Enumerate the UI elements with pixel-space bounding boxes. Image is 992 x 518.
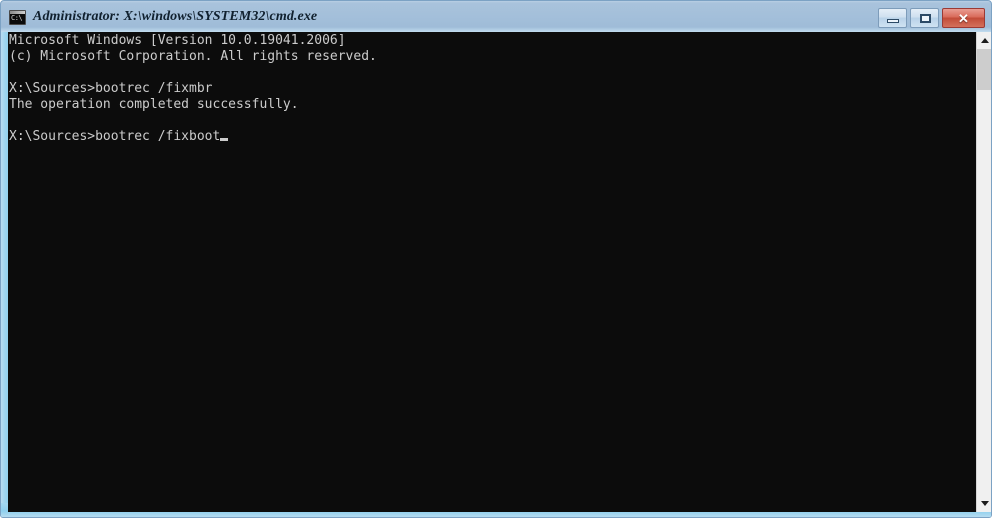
text-cursor [220, 138, 229, 141]
scrollbar-thumb[interactable] [977, 49, 991, 90]
scroll-down-button[interactable] [977, 495, 991, 512]
window-title: Administrator: X:\windows\SYSTEM32\cmd.e… [33, 9, 318, 24]
console-line-blank [9, 113, 377, 129]
console-current-command: X:\Sources>bootrec /fixboot [9, 129, 221, 144]
minimize-button[interactable] [878, 8, 907, 28]
maximize-icon [920, 14, 931, 23]
console-line: The operation completed successfully. [9, 97, 299, 112]
console-line: Microsoft Windows [Version 10.0.19041.20… [9, 33, 346, 48]
vertical-scrollbar[interactable] [976, 32, 991, 512]
close-icon: ✕ [958, 10, 969, 26]
console-prompt-line: X:\Sources>bootrec /fixboot [9, 129, 377, 145]
scroll-up-arrow-icon [980, 38, 989, 43]
console-line-blank [9, 65, 377, 81]
title-bar[interactable]: C:\ Administrator: X:\windows\SYSTEM32\c… [1, 1, 991, 32]
console-icon-prompt: C:\ [11, 14, 23, 22]
window-controls: ✕ [878, 8, 985, 28]
scroll-up-button[interactable] [977, 32, 991, 49]
scroll-down-arrow-icon [980, 501, 989, 506]
minimize-icon [887, 19, 899, 23]
cmd-window[interactable]: C:\ Administrator: X:\windows\SYSTEM32\c… [0, 0, 992, 518]
console-line: X:\Sources>bootrec /fixmbr [9, 81, 213, 96]
console-text: Microsoft Windows [Version 10.0.19041.20… [9, 33, 377, 145]
console-output-area[interactable]: Microsoft Windows [Version 10.0.19041.20… [8, 32, 976, 512]
maximize-button[interactable] [910, 8, 939, 28]
close-button[interactable]: ✕ [942, 8, 985, 28]
console-line: (c) Microsoft Corporation. All rights re… [9, 49, 377, 64]
console-icon: C:\ [9, 10, 26, 25]
scrollbar-track[interactable] [977, 49, 991, 495]
